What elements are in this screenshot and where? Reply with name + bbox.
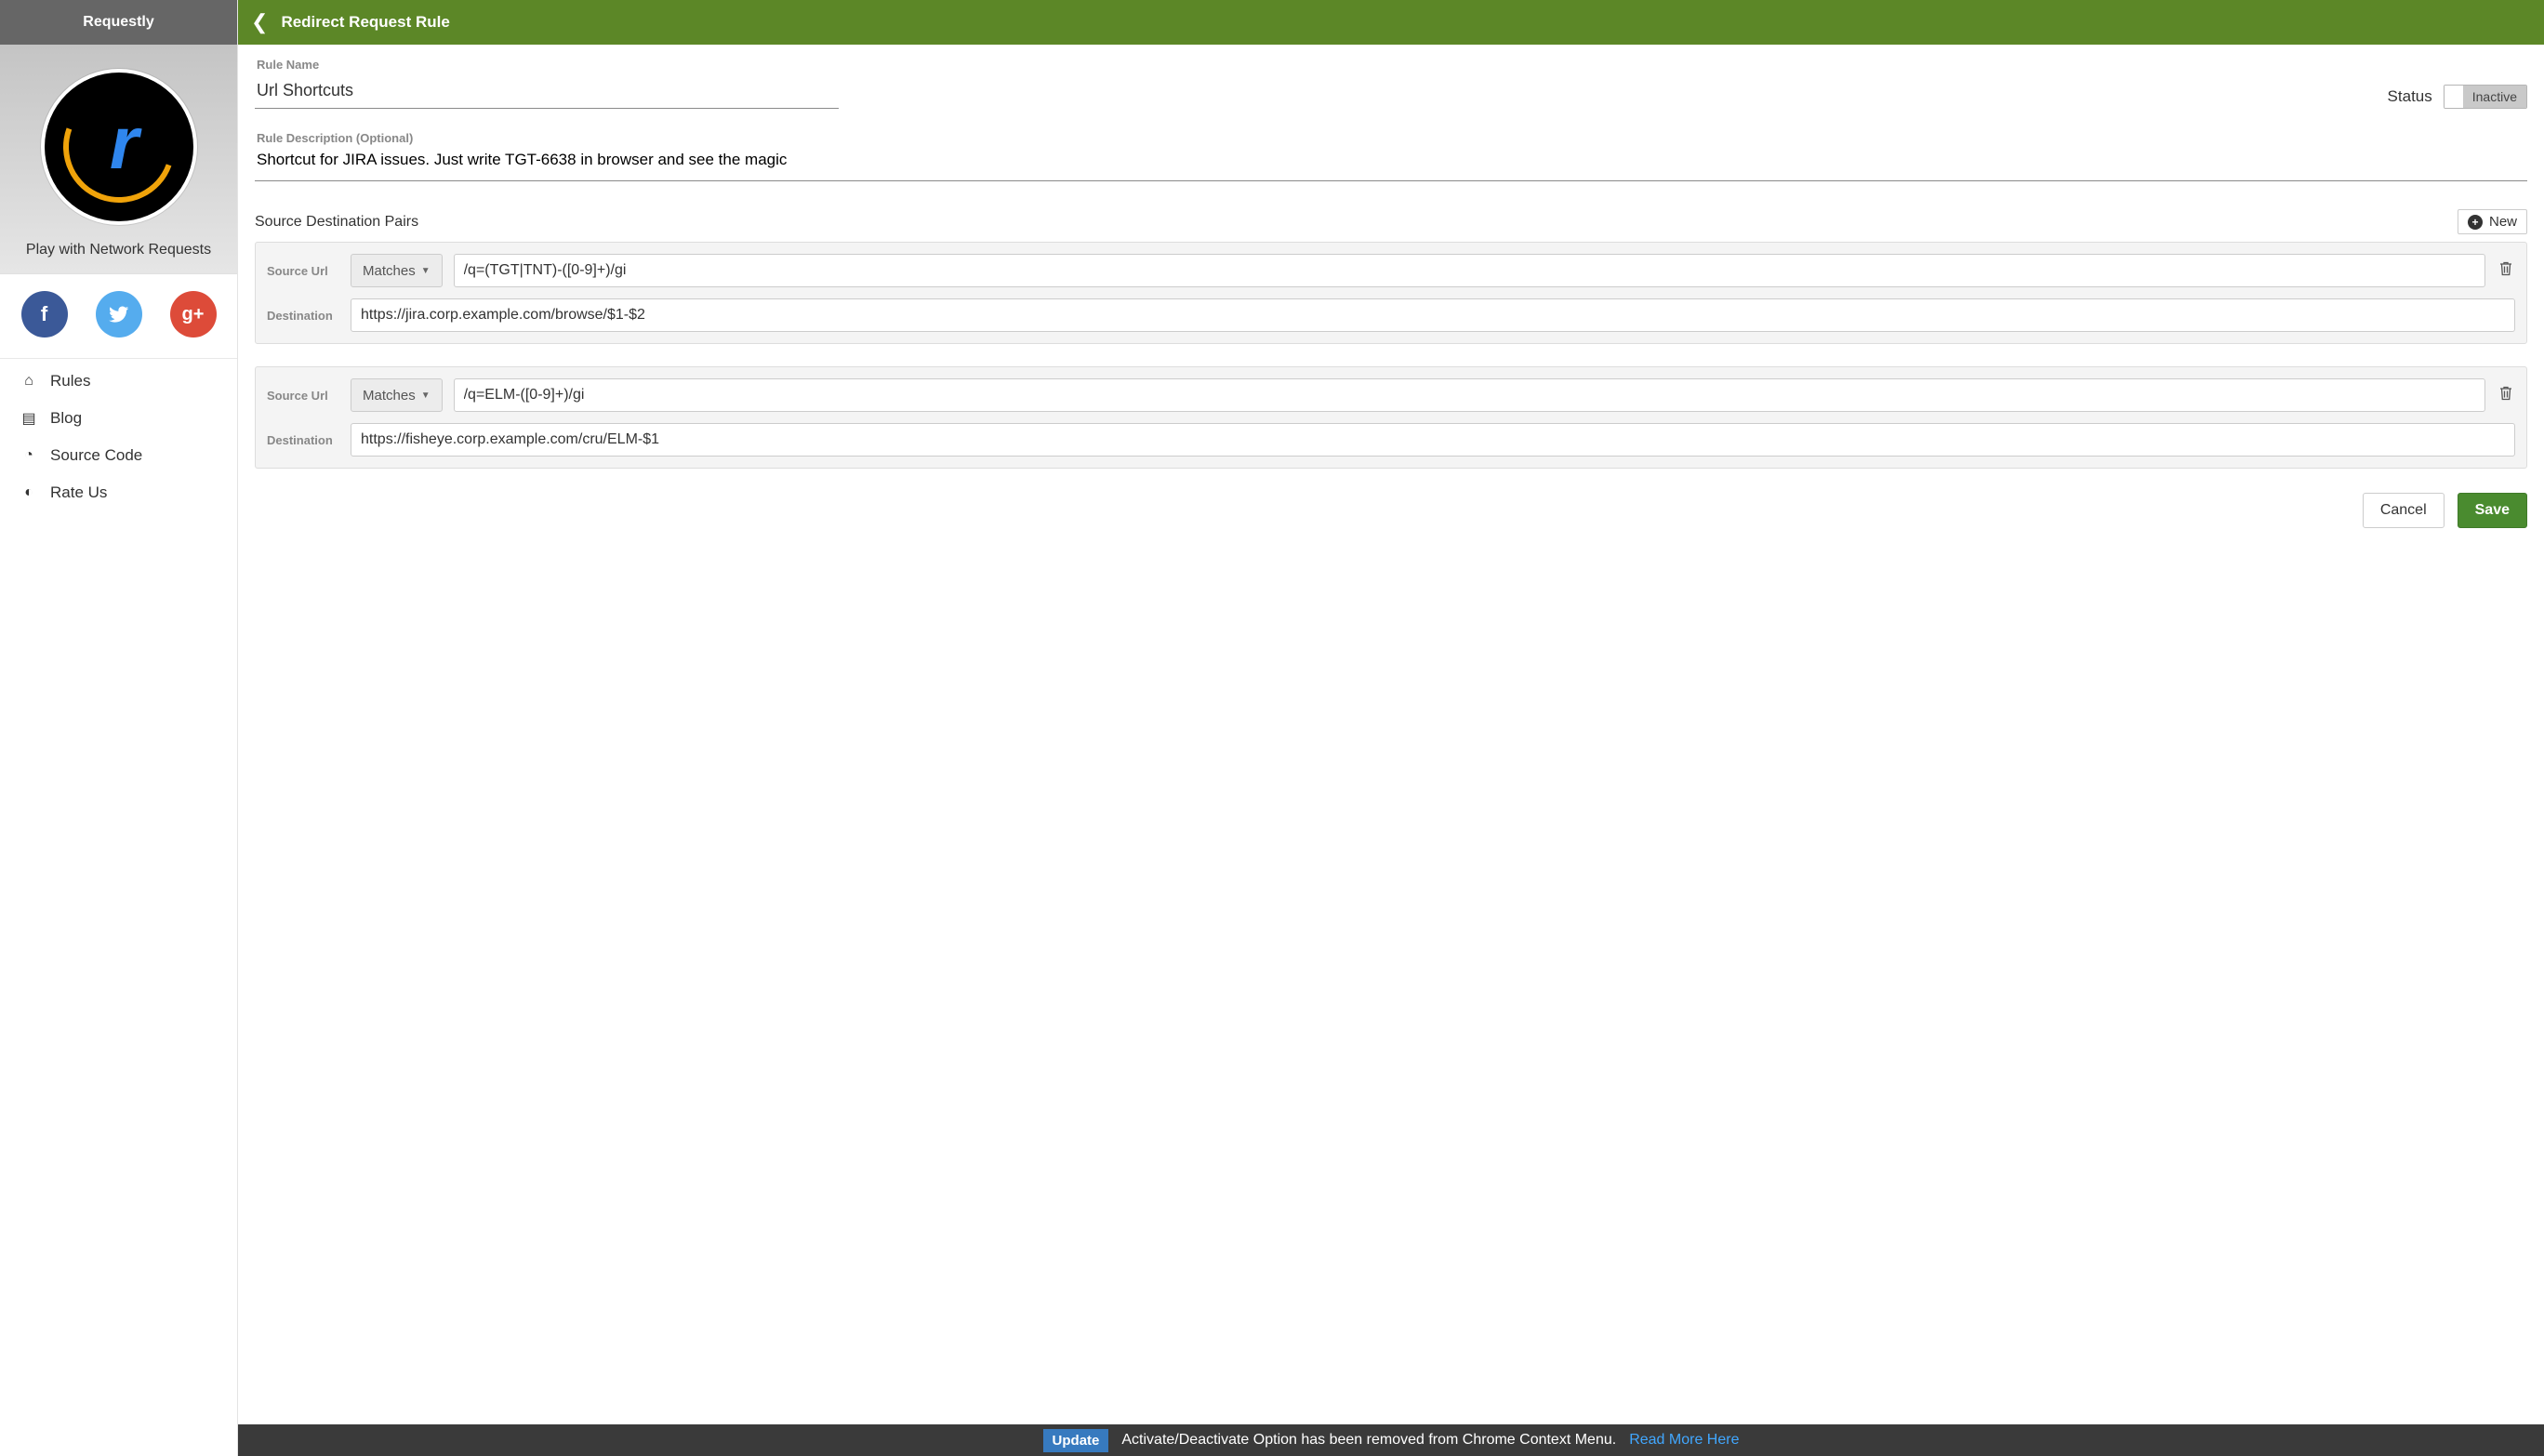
book-icon: ▤ <box>20 409 37 428</box>
sidebar-item-blog[interactable]: ▤ Blog <box>0 400 237 437</box>
content: Rule Name Status Inactive Rule Descripti… <box>238 45 2544 1456</box>
delete-pair-button[interactable] <box>2497 261 2515 281</box>
main: ❮ Redirect Request Rule Rule Name Status… <box>238 0 2544 1456</box>
sidebar-item-source-code[interactable]: ◔ Source Code <box>0 437 237 474</box>
pairs-title: Source Destination Pairs <box>255 214 418 231</box>
sidebar-item-label: Rate Us <box>50 483 107 502</box>
matches-label: Matches <box>363 263 416 279</box>
new-pair-button[interactable]: + New <box>2458 209 2527 234</box>
footer-bar: Update Activate/Deactivate Option has be… <box>238 1424 2544 1456</box>
status-wrap: Status Inactive <box>2388 85 2527 109</box>
save-button[interactable]: Save <box>2458 493 2527 528</box>
github-icon: ◔ <box>20 447 37 464</box>
status-label: Status <box>2388 87 2432 106</box>
twitter-icon <box>109 304 129 324</box>
footer-text: Activate/Deactivate Option has been remo… <box>1121 1432 1616 1449</box>
pair-box: Source Url Matches ▼ Destination <box>255 366 2527 469</box>
sidebar-item-label: Source Code <box>50 446 142 465</box>
sidebar-profile: r Play with Network Requests <box>0 45 237 274</box>
destination-input[interactable] <box>351 423 2515 457</box>
caret-down-icon: ▼ <box>421 390 431 401</box>
rule-name-input[interactable] <box>255 75 839 109</box>
tagline: Play with Network Requests <box>26 242 211 258</box>
trash-icon <box>2499 386 2512 401</box>
read-more-link[interactable]: Read More Here <box>1629 1432 1739 1449</box>
rule-name-label: Rule Name <box>257 58 2527 72</box>
destination-input[interactable] <box>351 298 2515 332</box>
facebook-button[interactable]: f <box>21 291 68 338</box>
page-title: Redirect Request Rule <box>281 13 449 32</box>
matches-label: Matches <box>363 388 416 404</box>
delete-pair-button[interactable] <box>2497 386 2515 405</box>
trash-icon <box>2499 261 2512 276</box>
toggle-state: Inactive <box>2463 86 2526 108</box>
destination-label: Destination <box>267 309 339 323</box>
plus-circle-icon: + <box>2468 215 2483 230</box>
source-url-input[interactable] <box>454 254 2485 287</box>
status-toggle[interactable]: Inactive <box>2444 85 2527 109</box>
twitter-button[interactable] <box>96 291 142 338</box>
destination-label: Destination <box>267 433 339 447</box>
sidebar-item-label: Blog <box>50 409 82 428</box>
app-root: Requestly r Play with Network Requests f… <box>0 0 2544 1456</box>
sidebar-item-rate-us[interactable]: ◐ Rate Us <box>0 474 237 511</box>
matches-dropdown[interactable]: Matches ▼ <box>351 378 443 412</box>
update-badge: Update <box>1043 1429 1109 1452</box>
social-row: f g+ <box>0 274 237 359</box>
new-pair-label: New <box>2489 214 2517 230</box>
googleplus-button[interactable]: g+ <box>170 291 217 338</box>
toggle-blank <box>2445 86 2463 108</box>
rule-desc-label: Rule Description (Optional) <box>257 131 2527 145</box>
source-url-label: Source Url <box>267 389 339 403</box>
sidebar: Requestly r Play with Network Requests f… <box>0 0 238 1456</box>
topbar: ❮ Redirect Request Rule <box>238 0 2544 45</box>
home-icon: ⌂ <box>20 373 37 390</box>
pair-box: Source Url Matches ▼ Destination <box>255 242 2527 344</box>
back-button[interactable]: ❮ <box>251 10 268 34</box>
rule-desc-input[interactable] <box>255 145 2527 181</box>
sidebar-item-rules[interactable]: ⌂ Rules <box>0 363 237 400</box>
avatar: r <box>41 69 197 225</box>
matches-dropdown[interactable]: Matches ▼ <box>351 254 443 287</box>
logo-letter-icon: r <box>110 100 139 186</box>
brand-title: Requestly <box>0 0 237 45</box>
cancel-button[interactable]: Cancel <box>2363 493 2445 528</box>
action-row: Cancel Save <box>255 493 2527 528</box>
sidebar-item-label: Rules <box>50 372 90 390</box>
source-url-label: Source Url <box>267 264 339 278</box>
source-url-input[interactable] <box>454 378 2485 412</box>
sidebar-nav: ⌂ Rules ▤ Blog ◔ Source Code ◐ Rate Us <box>0 359 237 515</box>
chrome-icon: ◐ <box>20 484 37 501</box>
facebook-icon: f <box>41 302 47 326</box>
caret-down-icon: ▼ <box>421 266 431 276</box>
googleplus-icon: g+ <box>182 304 205 325</box>
